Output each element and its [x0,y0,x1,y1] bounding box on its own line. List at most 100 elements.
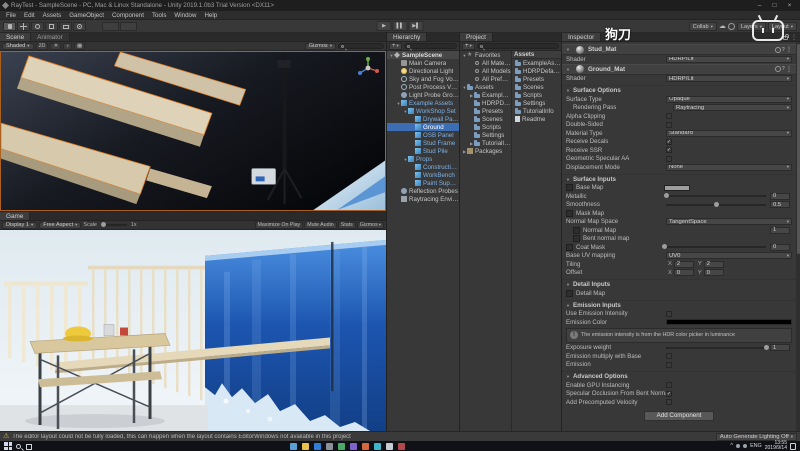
menu-component[interactable]: Component [108,11,148,19]
list-item[interactable]: ExampleAssets [512,59,561,67]
field-material-type[interactable]: Standard ▾ [666,129,792,137]
tree-item[interactable]: Reflection Probes [387,187,459,195]
scene-orientation-gizmo[interactable] [355,55,381,81]
value-tiling-y[interactable]: 2 [703,260,724,268]
tree-item[interactable]: Light Probe Group [387,91,459,99]
tree-item[interactable]: Scenes [460,115,511,123]
gear-icon[interactable] [774,46,781,53]
pause-button[interactable]: ▌▌ [392,21,408,31]
help-icon[interactable]: ? [782,47,785,53]
tree-item[interactable]: Presets [460,107,511,115]
tree-item[interactable]: ▼ WorkShop Set [387,107,459,115]
menu-window[interactable]: Window [170,11,200,19]
checkbox-receive-ssr[interactable]: ✓ [666,147,672,154]
tree-item[interactable]: Paint Supplies [387,179,459,187]
tab-inspector[interactable]: Inspector [562,33,602,41]
tab-game[interactable]: Game [0,212,31,220]
taskbar-clock[interactable]: 13:55 2019/9/14 [765,441,787,451]
notification-center-icon[interactable] [790,442,796,450]
tree-item[interactable]: ▶ExampleAssets [460,91,511,99]
list-item[interactable]: Settings [512,99,561,107]
slider-metallic[interactable] [664,193,766,199]
display-dropdown[interactable]: Display 1 ▾ [2,221,38,229]
field-surface-type[interactable]: Opaque ▾ [666,95,792,103]
slider-knob[interactable] [664,193,669,199]
checkbox-alpha-clipping[interactable] [666,113,672,120]
texture-slot[interactable] [566,209,573,217]
value-smoothness[interactable]: 0.5 [770,201,790,209]
tree-item[interactable]: All Materials [460,59,511,67]
tree-item[interactable]: All Prefabs [460,75,511,83]
scene-audio-toggle[interactable]: ♪ [63,42,73,50]
list-item[interactable]: TutorialInfo [512,107,561,115]
project-search-input[interactable] [476,43,559,49]
value-metallic[interactable]: 0 [770,192,790,200]
checkbox-double-sided[interactable] [666,121,672,128]
tree-item[interactable]: Main Camera [387,59,459,67]
scale-slider[interactable] [100,222,127,227]
step-button[interactable]: ▶▌ [408,21,424,31]
section-header-surface-inputs[interactable]: ▼ Surface Inputs [562,173,796,184]
play-button[interactable]: ▶ [376,21,392,31]
network-icon[interactable] [736,444,741,448]
cloud-services-icon[interactable]: ☁ [719,22,726,31]
section-header-detail-inputs[interactable]: ▼ Detail Inputs [562,279,796,289]
color-field-emission-color[interactable] [666,319,792,326]
inspector-scrollbar[interactable] [796,42,800,431]
scene-effects-toggle[interactable]: ▦ [74,42,86,50]
hand-tool-button[interactable] [3,22,16,31]
value-offset-x[interactable]: 0 [673,269,694,277]
tab-hierarchy[interactable]: Hierarchy [387,33,428,41]
tree-item[interactable]: Directional Light [387,67,459,75]
foldout-arrow-icon[interactable]: ▼ [566,47,570,52]
tree-item[interactable]: HDRPDefaultResources [460,99,511,107]
section-header-surface-options[interactable]: ▼ Surface Options [562,85,796,95]
material-header-ground-mat[interactable]: ▼ Ground_Mat? ⋮ [562,63,796,75]
scrollbar-thumb[interactable] [796,44,800,254]
value-normal-map[interactable]: 1 [770,226,790,234]
taskbar-search-icon[interactable] [16,444,21,449]
hierarchy-search-input[interactable] [403,43,457,49]
list-item[interactable]: Readme [512,115,561,123]
checkbox-enable-gpu-instancing[interactable] [666,382,672,389]
kebab-menu-icon[interactable]: ⋮ [791,34,797,41]
slider-knob[interactable] [662,244,667,250]
taskbar-app-icon[interactable] [386,442,393,450]
gear-icon[interactable] [774,66,781,72]
task-view-icon[interactable] [26,443,32,450]
texture-slot[interactable] [573,226,580,234]
taskbar-app-icon[interactable] [350,442,357,450]
section-header-advanced-options[interactable]: ▼ Advanced Options [562,371,796,381]
maximize-button[interactable]: □ [767,0,782,11]
transform-tool-button[interactable] [73,22,86,31]
taskbar-app-icon[interactable] [302,442,309,450]
kebab-menu-icon[interactable]: ⋮ [786,46,792,53]
menu-gameobject[interactable]: GameObject [65,11,108,19]
game-toolbar-gizmos[interactable]: Gizmos ▾ [356,221,384,229]
menu-edit[interactable]: Edit [20,11,39,19]
slider-smoothness[interactable] [666,201,766,207]
list-item[interactable]: Scenes [512,83,561,91]
tray-expand-icon[interactable]: ^ [730,443,733,449]
field-shader[interactable]: HDRP/Lit ▾ [666,55,792,63]
list-item[interactable]: Scripts [512,91,561,99]
tab-project[interactable]: Project [460,33,493,41]
foldout-arrow-icon[interactable]: ▼ [389,53,394,58]
menu-help[interactable]: Help [200,11,221,19]
taskbar-app-icon[interactable] [374,442,381,450]
list-item[interactable]: Presets [512,75,561,83]
texture-slot[interactable] [566,243,573,251]
help-icon[interactable]: ? [782,66,785,72]
tree-item[interactable]: Post Process Volume [387,83,459,91]
space-toggle-button[interactable] [120,22,137,31]
status-message[interactable]: The editor layout could not be fully loa… [12,434,713,440]
slider-knob[interactable] [714,201,719,207]
checkbox-geometric-specular-aa[interactable] [666,155,672,162]
menu-tools[interactable]: Tools [148,11,170,19]
menu-assets[interactable]: Assets [39,11,66,19]
minimize-button[interactable]: – [752,0,767,11]
move-tool-button[interactable] [17,22,30,31]
rotate-tool-button[interactable] [31,22,44,31]
tree-item[interactable]: Drywall Panel [387,115,459,123]
field-normal-map-space[interactable]: TangentSpace ▾ [666,218,792,226]
